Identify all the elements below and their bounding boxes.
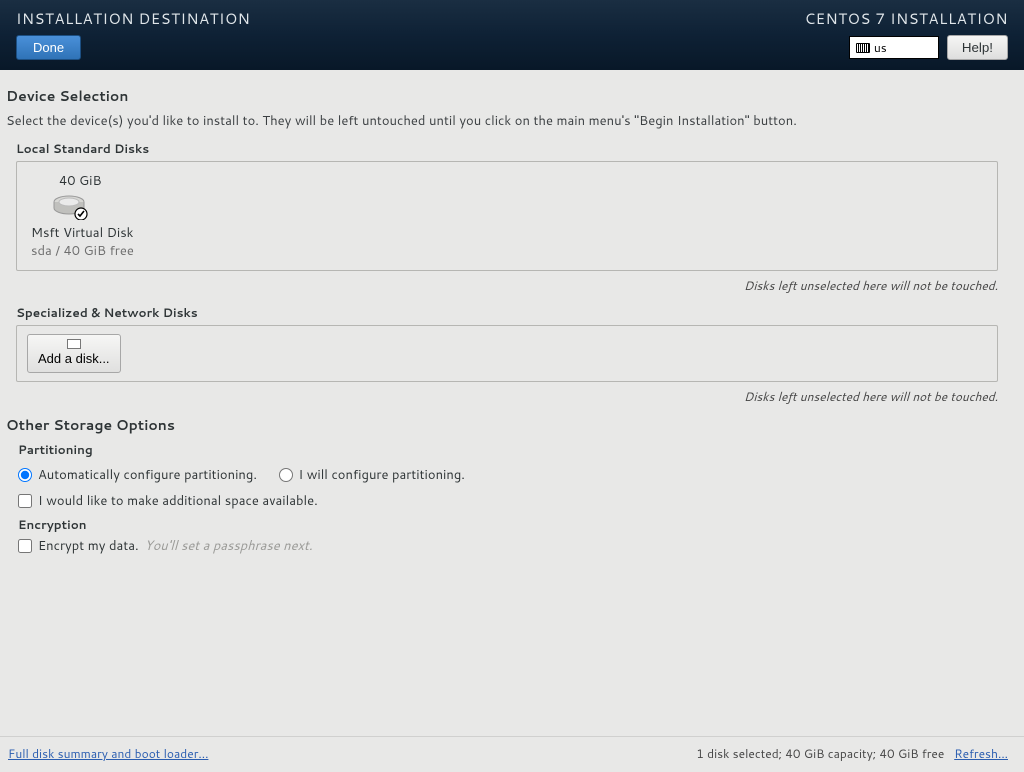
- disk-item[interactable]: 40 GiB Msft Virtual Disk sda / 40 GiB fr…: [31, 172, 134, 260]
- radio-auto-partition[interactable]: Automatically configure partitioning.: [18, 466, 257, 484]
- disk-subtext: sda / 40 GiB free: [31, 242, 134, 260]
- checkbox-encrypt[interactable]: Encrypt my data. You'll set a passphrase…: [18, 537, 1008, 555]
- other-options-heading: Other Storage Options: [6, 415, 1008, 435]
- checkbox-encrypt-input[interactable]: [18, 539, 32, 553]
- checkbox-encrypt-label: Encrypt my data.: [38, 537, 139, 555]
- page-title: INSTALLATION DESTINATION: [16, 8, 250, 29]
- network-disks-heading: Specialized & Network Disks: [16, 304, 1008, 321]
- encryption-group: Encryption Encrypt my data. You'll set a…: [18, 516, 1008, 555]
- network-disks-box: Add a disk...: [16, 325, 998, 382]
- main-content: Device Selection Select the device(s) yo…: [0, 70, 1024, 736]
- checkbox-reclaim-space-label: I would like to make additional space av…: [38, 492, 318, 510]
- header-left: INSTALLATION DESTINATION Done: [16, 8, 250, 60]
- local-disks-heading: Local Standard Disks: [16, 140, 1008, 157]
- keyboard-indicator[interactable]: us: [849, 36, 939, 59]
- add-disk-icon: [67, 339, 81, 349]
- add-disk-label: Add a disk...: [38, 351, 110, 366]
- checkbox-reclaim-space[interactable]: I would like to make additional space av…: [18, 492, 1008, 510]
- radio-manual-partition-input[interactable]: [279, 468, 293, 482]
- footer-bar: Full disk summary and boot loader... 1 d…: [0, 736, 1024, 772]
- header-bar: INSTALLATION DESTINATION Done CENTOS 7 I…: [0, 0, 1024, 70]
- radio-auto-partition-label: Automatically configure partitioning.: [38, 466, 257, 484]
- partitioning-label: Partitioning: [18, 441, 1008, 458]
- local-disks-box: 40 GiB Msft Virtual Disk sda / 40 GiB fr…: [16, 161, 998, 271]
- encrypt-hint: You'll set a passphrase next.: [145, 537, 313, 555]
- disk-summary-link[interactable]: Full disk summary and boot loader...: [8, 745, 208, 762]
- checkbox-reclaim-space-input[interactable]: [18, 494, 32, 508]
- network-disks-note: Disks left unselected here will not be t…: [6, 388, 998, 405]
- footer-status: 1 disk selected; 40 GiB capacity; 40 GiB…: [696, 745, 944, 762]
- device-selection-instruction: Select the device(s) you'd like to insta…: [6, 112, 1008, 130]
- product-label: CENTOS 7 INSTALLATION: [805, 8, 1008, 29]
- help-button[interactable]: Help!: [947, 35, 1008, 60]
- disk-size: 40 GiB: [59, 172, 102, 190]
- partitioning-group: Partitioning Automatically configure par…: [18, 441, 1008, 510]
- radio-manual-partition[interactable]: I will configure partitioning.: [279, 466, 465, 484]
- encryption-label: Encryption: [18, 516, 1008, 533]
- keyboard-layout: us: [874, 39, 887, 56]
- device-selection-heading: Device Selection: [6, 86, 1008, 106]
- add-disk-button[interactable]: Add a disk...: [27, 334, 121, 373]
- radio-manual-partition-label: I will configure partitioning.: [299, 466, 465, 484]
- local-disks-note: Disks left unselected here will not be t…: [6, 277, 998, 294]
- done-button[interactable]: Done: [16, 35, 81, 60]
- radio-auto-partition-input[interactable]: [18, 468, 32, 482]
- hard-disk-icon: [51, 192, 91, 220]
- header-right: CENTOS 7 INSTALLATION us Help!: [805, 8, 1008, 60]
- header-controls: us Help!: [849, 35, 1008, 60]
- refresh-link[interactable]: Refresh...: [954, 745, 1008, 762]
- keyboard-icon: [856, 43, 870, 53]
- disk-name: Msft Virtual Disk: [31, 224, 133, 242]
- footer-right: 1 disk selected; 40 GiB capacity; 40 GiB…: [696, 745, 1008, 762]
